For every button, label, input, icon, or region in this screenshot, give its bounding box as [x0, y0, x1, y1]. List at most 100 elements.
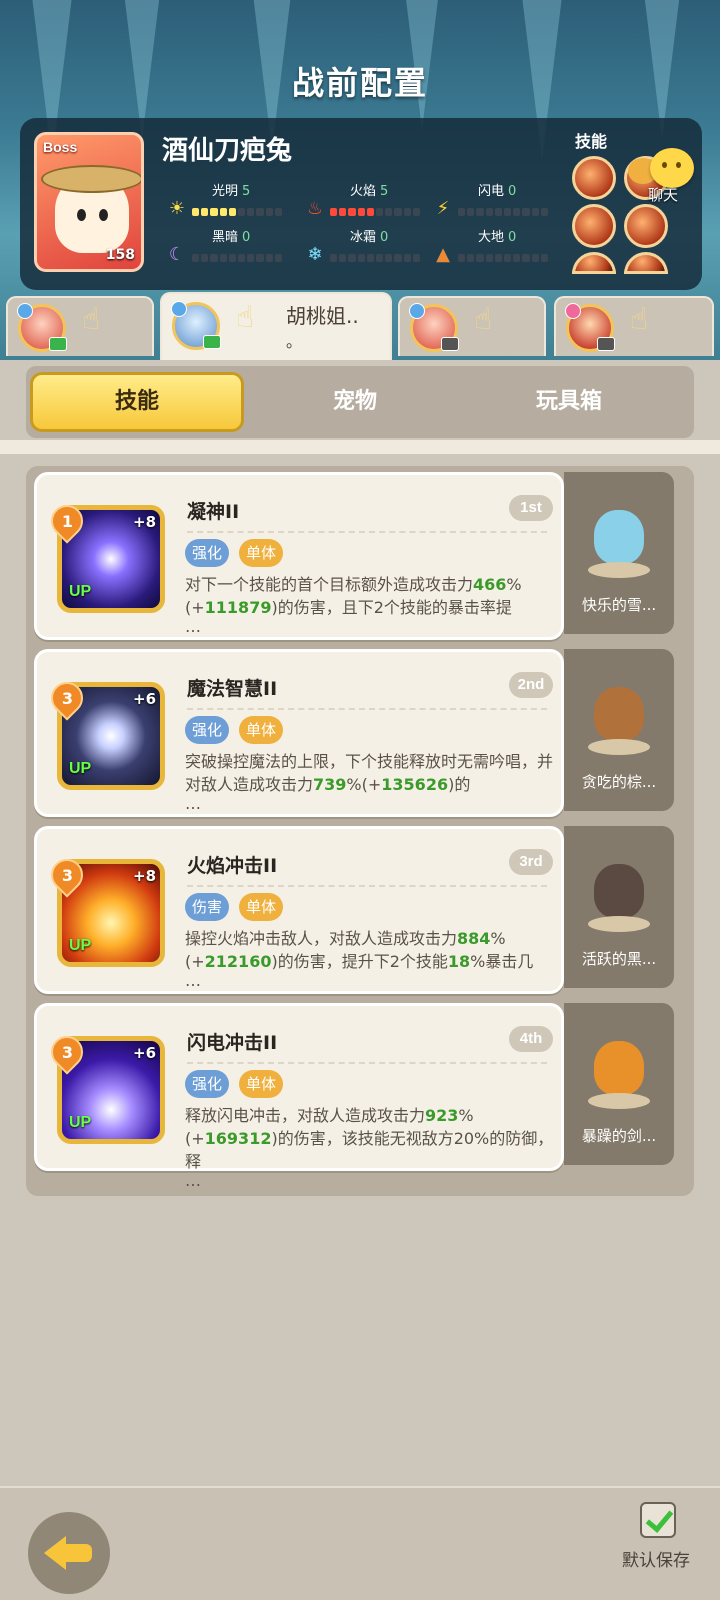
skill-card[interactable]: 3 +6 UP 魔法智慧II 2nd 强化 单体 突破操控魔法的上限，下个技能释… [34, 649, 564, 817]
skill-tag: 单体 [239, 1070, 284, 1098]
element-label: 光明 [212, 184, 239, 199]
skill-name: 闪电冲击II [187, 1032, 278, 1054]
boss-level: 158 [105, 247, 135, 263]
skill-card[interactable]: 1 +8 UP 凝神II 1st 强化 单体 对下一个技能的首个目标额外造成攻击… [34, 472, 564, 640]
element-label: 黑暗 [212, 230, 239, 245]
hero-class-icon [171, 301, 187, 317]
element-bar [192, 254, 283, 262]
pet-name: 贪吃的棕... [581, 773, 657, 791]
back-arrow-tail [64, 1544, 92, 1562]
boss-skill-icon[interactable] [624, 204, 668, 248]
sun-icon: ☀ [168, 198, 186, 219]
dashed-divider [187, 1062, 547, 1064]
pet-figure [586, 492, 652, 578]
skill-tag: 强化 [185, 539, 230, 567]
pet-card[interactable]: 活跃的黑... [564, 826, 674, 988]
boss-skills-label: 技能 [575, 132, 608, 151]
element-bar [458, 254, 549, 262]
skill-tag: 强化 [185, 716, 230, 744]
element-value: 0 [380, 230, 389, 245]
hero-name-line2: 。 [286, 332, 303, 351]
hero-tab-3[interactable]: ☝ [398, 296, 546, 356]
hero-class-icon [17, 303, 33, 319]
moon-icon: ☾ [168, 244, 186, 265]
pet-card[interactable]: 暴躁的剑... [564, 1003, 674, 1165]
element-value: 5 [380, 184, 389, 199]
hero-tab-1[interactable]: ☝ [6, 296, 154, 356]
skill-tag: 伤害 [185, 893, 230, 921]
boss-tag: Boss [43, 139, 78, 155]
pet-name: 快乐的雪... [581, 596, 657, 614]
hero-class-icon [409, 303, 425, 319]
element-value: 0 [508, 230, 517, 245]
skill-up-label[interactable]: UP [69, 937, 91, 955]
flame-icon: ♨ [306, 198, 324, 219]
hero-badge-icon [441, 337, 459, 351]
default-save-label: 默认保存 [622, 1551, 690, 1571]
element-bar [458, 208, 549, 216]
boss-skill-icon[interactable] [572, 252, 616, 274]
skill-plus-value: +8 [133, 867, 157, 885]
chat-button[interactable]: 聊天 [620, 148, 696, 208]
paper-edge-divider [0, 440, 720, 454]
element-bar [192, 208, 283, 216]
boss-info-panel: Boss 158 酒仙刀疤兔 光明 5 ☀ 火焰 5 ♨ 闪电 0 ⚡ 黑暗 0 ☾ 冰… [20, 118, 702, 290]
hero-badge-icon [203, 335, 221, 349]
skill-up-label[interactable]: UP [69, 760, 91, 778]
default-save-checkbox[interactable] [640, 1502, 676, 1538]
dashed-divider [187, 531, 547, 533]
tap-hand-icon: ☝ [474, 302, 493, 337]
skill-order-badge: 2nd [509, 672, 553, 698]
skill-description: 对下一个技能的首个目标额外造成攻击力466%(+111879)的伤害，且下2个技… [185, 575, 522, 636]
back-button[interactable] [28, 1512, 110, 1594]
pet-name: 暴躁的剑... [581, 1127, 657, 1145]
boss-skill-icon[interactable] [624, 252, 668, 274]
skill-up-label[interactable]: UP [69, 1114, 91, 1132]
tab-toybox[interactable]: 玩具箱 [462, 372, 676, 432]
skill-plus-value: +6 [133, 1044, 157, 1062]
tap-hand-icon: ☝ [236, 300, 255, 335]
pet-card[interactable]: 贪吃的棕... [564, 649, 674, 811]
skill-card[interactable]: 3 +6 UP 闪电冲击II 4th 强化 单体 释放闪电冲击，对敌人造成攻击力… [34, 1003, 564, 1190]
boss-portrait[interactable]: Boss 158 [34, 132, 144, 272]
element-label: 冰霜 [350, 230, 377, 245]
skill-card[interactable]: 3 +8 UP 火焰冲击II 3rd 伤害 单体 操控火焰冲击敌人，对敌人造成攻… [34, 826, 564, 994]
skill-tag: 单体 [239, 539, 284, 567]
tab-pets[interactable]: 宠物 [248, 372, 462, 432]
boss-hat [41, 165, 141, 193]
bottom-bar: 默认保存 [0, 1486, 720, 1600]
skill-plus-value: +8 [133, 513, 157, 531]
hero-tab-4[interactable]: ☝ [554, 296, 714, 356]
hero-badge-icon [597, 337, 615, 351]
dashed-divider [187, 708, 547, 710]
skill-up-label[interactable]: UP [69, 583, 91, 601]
category-tab-bar: 技能 宠物 玩具箱 [26, 366, 694, 438]
boss-skill-icon[interactable] [572, 204, 616, 248]
skill-description: 操控火焰冲击敌人，对敌人造成攻击力884%(+212160)的伤害，提升下2个技… [185, 929, 534, 990]
hero-badge-icon [49, 337, 67, 351]
pet-figure [586, 846, 652, 932]
skill-name: 火焰冲击II [187, 855, 278, 877]
hero-avatar [409, 303, 459, 352]
skill-description: 释放闪电冲击，对敌人造成攻击力923%(+169312)的伤害，该技能无视敌方2… [185, 1106, 554, 1190]
skill-order-badge: 1st [509, 495, 553, 521]
element-light: 光明 5 ☀ [166, 184, 292, 222]
boss-eye [99, 209, 108, 221]
pet-card[interactable]: 快乐的雪... [564, 472, 674, 634]
pet-figure [586, 1023, 652, 1109]
skill-plus-value: +6 [133, 690, 157, 708]
boss-name: 酒仙刀疤兔 [162, 136, 293, 166]
element-earth: 大地 0 ▲ [432, 230, 558, 268]
element-label: 火焰 [350, 184, 377, 199]
hero-tab-2[interactable]: ☝ 胡桃姐.. 。 [160, 292, 392, 360]
element-value: 0 [242, 230, 251, 245]
boss-skill-icon[interactable] [572, 156, 616, 200]
tap-hand-icon: ☝ [82, 302, 101, 337]
tab-skills[interactable]: 技能 [30, 372, 244, 432]
skill-list: 1 +8 UP 凝神II 1st 强化 单体 对下一个技能的首个目标额外造成攻击… [26, 466, 694, 1196]
element-value: 5 [242, 184, 251, 199]
element-label: 闪电 [478, 184, 505, 199]
skill-description: 突破操控魔法的上限，下个技能释放时无需吟唱，并对敌人造成攻击力739%(+135… [185, 752, 554, 813]
pet-name: 活跃的黑... [581, 950, 657, 968]
skill-name: 魔法智慧II [187, 678, 278, 700]
